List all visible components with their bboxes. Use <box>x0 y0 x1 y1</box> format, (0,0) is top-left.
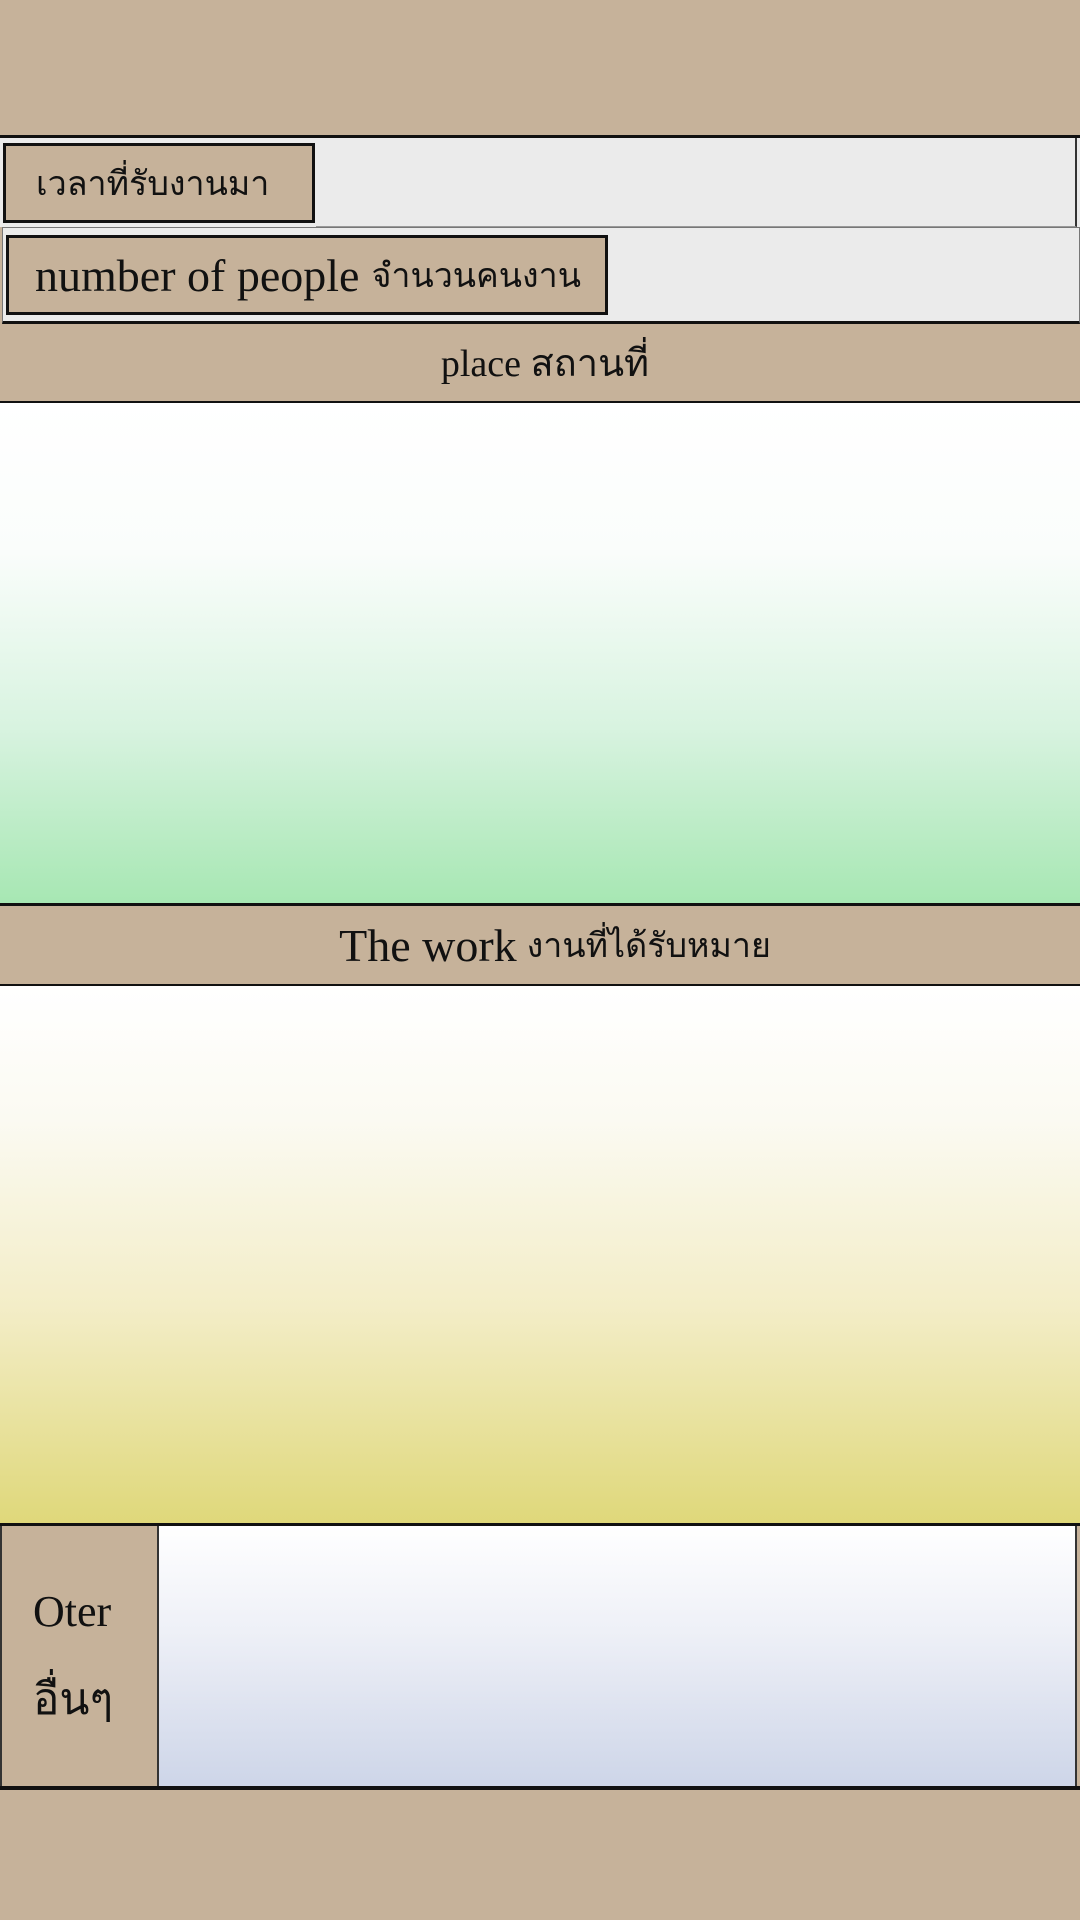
place-input-area[interactable] <box>0 403 1080 906</box>
place-header-text: place สถานที่ <box>440 343 650 385</box>
other-label-en: Oter <box>33 1587 112 1636</box>
number-of-people-label-th: จำนวนคนงาน <box>371 258 581 295</box>
place-header: place สถานที่ <box>0 324 1080 403</box>
time-received-label: เวลาที่รับงานมา <box>3 143 315 223</box>
bottom-divider <box>0 1786 1080 1790</box>
other-label: Oter อื่นๆ <box>0 1526 159 1788</box>
number-of-people-label-en: number of people <box>35 249 360 301</box>
work-header-en: The work <box>339 919 517 971</box>
other-label-th: อื่นๆ <box>33 1675 114 1724</box>
time-received-label-text: เวลาที่รับงานมา <box>36 166 270 203</box>
time-received-field[interactable] <box>316 138 1077 227</box>
work-header-th: งานที่ได้รับหมาย <box>526 928 771 965</box>
work-header: The work งานที่ได้รับหมาย <box>0 906 1080 986</box>
number-of-people-label: number of people จำนวนคนงาน <box>6 235 608 315</box>
other-input-area[interactable] <box>159 1526 1077 1788</box>
work-input-area[interactable] <box>0 986 1080 1526</box>
